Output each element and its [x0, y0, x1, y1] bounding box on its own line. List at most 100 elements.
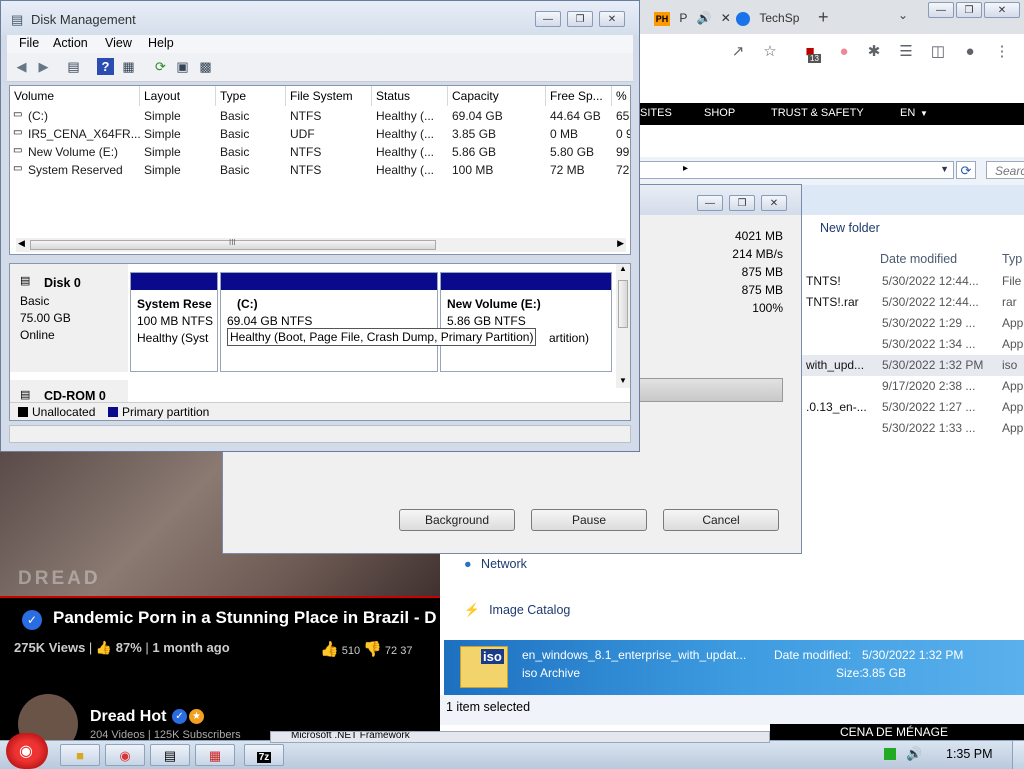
pause-button[interactable]: Pause [531, 509, 647, 531]
help-icon[interactable]: ? [97, 58, 114, 75]
table-row[interactable]: ▭ New Volume (E:) Simple Basic NTFS Healthy (… [10, 143, 630, 161]
list-item[interactable]: 5/30/2022 1:33 ... App [800, 418, 1024, 439]
console-tree-icon[interactable]: ▤ [65, 58, 82, 75]
column-header[interactable]: Layout [140, 86, 216, 106]
search-input[interactable]: Searc [986, 161, 1024, 179]
disk0-info[interactable]: ▤ Disk 0 Basic 75.00 GB Online [10, 264, 128, 372]
minimize-button[interactable]: — [535, 11, 561, 27]
horizontal-scroll-thumb[interactable]: III [30, 238, 436, 250]
network-tray-icon[interactable] [884, 748, 896, 760]
menu-help[interactable]: Help [148, 36, 174, 50]
close-button[interactable]: ✕ [599, 11, 625, 27]
nav-language-dropdown-icon[interactable]: ▼ [920, 109, 928, 118]
table-row[interactable]: ▭ System Reserved Simple Basic NTFS Healthy (… [10, 161, 630, 179]
taskbar-app-button[interactable]: ▦ [195, 744, 235, 766]
column-header[interactable]: Free Sp... [546, 86, 612, 106]
list-item[interactable]: TNTS!.rar 5/30/2022 12:44... rar [800, 292, 1024, 313]
show-desktop-button[interactable] [1012, 741, 1024, 769]
dislike-icon[interactable]: 👎 [363, 641, 382, 658]
taskbar-computer-button[interactable]: ▤ [150, 744, 190, 766]
refresh-icon[interactable]: ⟳ [152, 58, 169, 75]
list-item[interactable]: .0.13_en-... 5/30/2022 1:27 ... App [800, 397, 1024, 418]
partition-e[interactable]: New Volume (E:) 5.86 GB NTFS artition) [440, 272, 612, 372]
column-header[interactable]: Status [372, 86, 448, 106]
rescan-disks-icon[interactable]: ▩ [197, 58, 214, 75]
share-icon[interactable]: ↗ [728, 42, 748, 62]
horizontal-scrollbar[interactable]: ◀ III ▶ [16, 238, 626, 252]
scroll-down-icon[interactable]: ▼ [619, 376, 627, 385]
table-row[interactable]: ▭ (C:) Simple Basic NTFS Healthy (... 69.04 GB… [10, 107, 630, 125]
like-icon[interactable]: 👍 [320, 641, 339, 658]
browser-tab-2[interactable]: TechSp [732, 4, 818, 32]
volume-tray-icon[interactable]: 🔊 [906, 746, 922, 762]
list-item[interactable]: TNTS! 5/30/2022 12:44... File [800, 271, 1024, 292]
column-header[interactable]: File System [286, 86, 372, 106]
taskbar-thumbnail-preview[interactable]: Microsoft .NET Framework [270, 731, 770, 743]
browser-restore-button[interactable]: ❐ [956, 2, 982, 18]
partition-c[interactable]: (C:) 69.04 GB NTFS [220, 272, 438, 372]
scroll-right-icon[interactable]: ▶ [617, 238, 624, 249]
nav-network[interactable]: ● Network [464, 557, 527, 571]
nav-image-catalog[interactable]: ⚡ Image Catalog [464, 603, 570, 618]
background-button[interactable]: Background [399, 509, 515, 531]
browser-minimize-button[interactable]: — [928, 2, 954, 18]
bookmark-star-icon[interactable]: ☆ [760, 42, 780, 62]
taskbar-chrome-button[interactable]: ◉ [105, 744, 145, 766]
taskbar-7zip-button[interactable]: 7z [244, 744, 284, 766]
breadcrumb-chevron-icon[interactable]: ▸ [683, 163, 688, 174]
copy-maximize-button[interactable]: ❐ [729, 195, 755, 211]
browser-tab-1[interactable]: PH P 🔊 ✕ [648, 4, 730, 32]
list-item[interactable]: with_upd... 5/30/2022 1:32 PM iso [800, 355, 1024, 376]
new-tab-icon[interactable]: + [818, 7, 829, 28]
maximize-button[interactable]: ❐ [567, 11, 593, 27]
vertical-scrollbar[interactable]: ▲ ▼ [616, 264, 630, 388]
browser-menu-icon[interactable]: ⋮ [992, 42, 1012, 62]
table-row[interactable]: ▭ IR5_CENA_X64FR... Simple Basic UDF Healthy … [10, 125, 630, 143]
list-item[interactable]: 5/30/2022 1:34 ... App [800, 334, 1024, 355]
column-date-modified[interactable]: Date modified [880, 252, 957, 266]
properties-icon[interactable]: ▣ [174, 58, 191, 75]
tab-search-chevron-icon[interactable]: ⌄ [898, 8, 908, 22]
file-name: TNTS!.rar [806, 295, 859, 309]
speaker-icon[interactable]: 🔊 [696, 11, 711, 25]
nav-trust-safety[interactable]: TRUST & SAFETY [771, 107, 864, 119]
profile-avatar-icon[interactable]: ● [960, 42, 980, 62]
refresh-icon[interactable]: ⟳ [956, 161, 976, 179]
column-header[interactable]: Volume [10, 86, 140, 106]
properties-pane-icon[interactable]: ▦ [120, 58, 137, 75]
copy-close-button[interactable]: ✕ [761, 195, 787, 211]
menu-file[interactable]: File [19, 36, 39, 50]
partition-system-reserved[interactable]: System Rese 100 MB NTFS Healthy (Syst [130, 272, 218, 372]
back-arrow-icon[interactable]: ◀ [13, 58, 30, 75]
nav-shop[interactable]: SHOP [704, 107, 735, 119]
column-type[interactable]: Typ [1002, 252, 1022, 266]
taskbar-clock[interactable]: 1:35 PM [946, 747, 993, 761]
scroll-up-icon[interactable]: ▲ [619, 264, 627, 273]
scroll-left-icon[interactable]: ◀ [18, 238, 25, 249]
browser-close-button[interactable]: ✕ [984, 2, 1020, 18]
menu-action[interactable]: Action [53, 36, 88, 50]
start-button[interactable]: ◉ [6, 733, 48, 769]
address-dropdown-icon[interactable]: ▼ [940, 164, 949, 174]
vertical-scroll-thumb[interactable] [618, 280, 628, 328]
extensions-puzzle-icon[interactable]: ✱ [864, 42, 884, 62]
taskbar-explorer-button[interactable]: ■ [60, 744, 100, 766]
nav-sites[interactable]: SITES [640, 107, 672, 119]
new-folder-button[interactable]: New folder [820, 221, 880, 235]
extension-flag-icon[interactable]: ● [834, 42, 854, 62]
copy-minimize-button[interactable]: — [697, 195, 723, 211]
column-header[interactable]: Type [216, 86, 286, 106]
tab-close-icon[interactable]: ✕ [721, 11, 730, 25]
side-panel-icon[interactable]: ◫ [928, 42, 948, 62]
cdrom-info[interactable]: ▤ CD-ROM 0 [10, 380, 128, 404]
menu-view[interactable]: View [105, 36, 132, 50]
column-header[interactable]: % [612, 86, 630, 106]
forward-arrow-icon[interactable]: ▶ [35, 58, 52, 75]
media-queue-icon[interactable]: ☰ [896, 42, 916, 62]
column-header[interactable]: Capacity [448, 86, 546, 106]
nav-language[interactable]: EN [900, 107, 915, 119]
cancel-button[interactable]: Cancel [663, 509, 779, 531]
channel-name[interactable]: Dread Hot [90, 708, 166, 726]
list-item[interactable]: 9/17/2020 2:38 ... App [800, 376, 1024, 397]
list-item[interactable]: 5/30/2022 1:29 ... App [800, 313, 1024, 334]
